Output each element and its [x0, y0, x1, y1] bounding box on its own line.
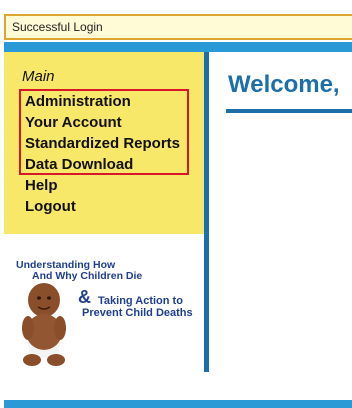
promo-line-4: Prevent Child Deaths: [82, 307, 193, 319]
sidebar-item-logout[interactable]: Logout: [25, 198, 76, 215]
status-message: Successful Login: [12, 20, 103, 34]
sidebar-item-help[interactable]: Help: [25, 177, 58, 194]
status-banner: Successful Login: [4, 14, 352, 40]
sidebar-item-data-download[interactable]: Data Download: [25, 156, 133, 173]
promo-tagline: Taking Action to Prevent Child Deaths: [82, 295, 193, 319]
sidebar-item-administration[interactable]: Administration: [25, 93, 131, 110]
content-divider: [204, 52, 209, 372]
page-title: Welcome,: [228, 71, 340, 98]
header-band: [4, 42, 352, 52]
sidebar-item-your-account[interactable]: Your Account: [25, 114, 122, 131]
footer-band: [4, 400, 352, 408]
baby-icon: [22, 283, 66, 366]
sidebar-heading: Main: [22, 68, 55, 85]
page: Successful Login Main Administration You…: [0, 0, 352, 408]
sidebar-item-standardized-reports[interactable]: Standardized Reports: [25, 135, 180, 152]
title-underline: [226, 109, 352, 113]
promo-line-3: Taking Action to: [98, 295, 183, 307]
